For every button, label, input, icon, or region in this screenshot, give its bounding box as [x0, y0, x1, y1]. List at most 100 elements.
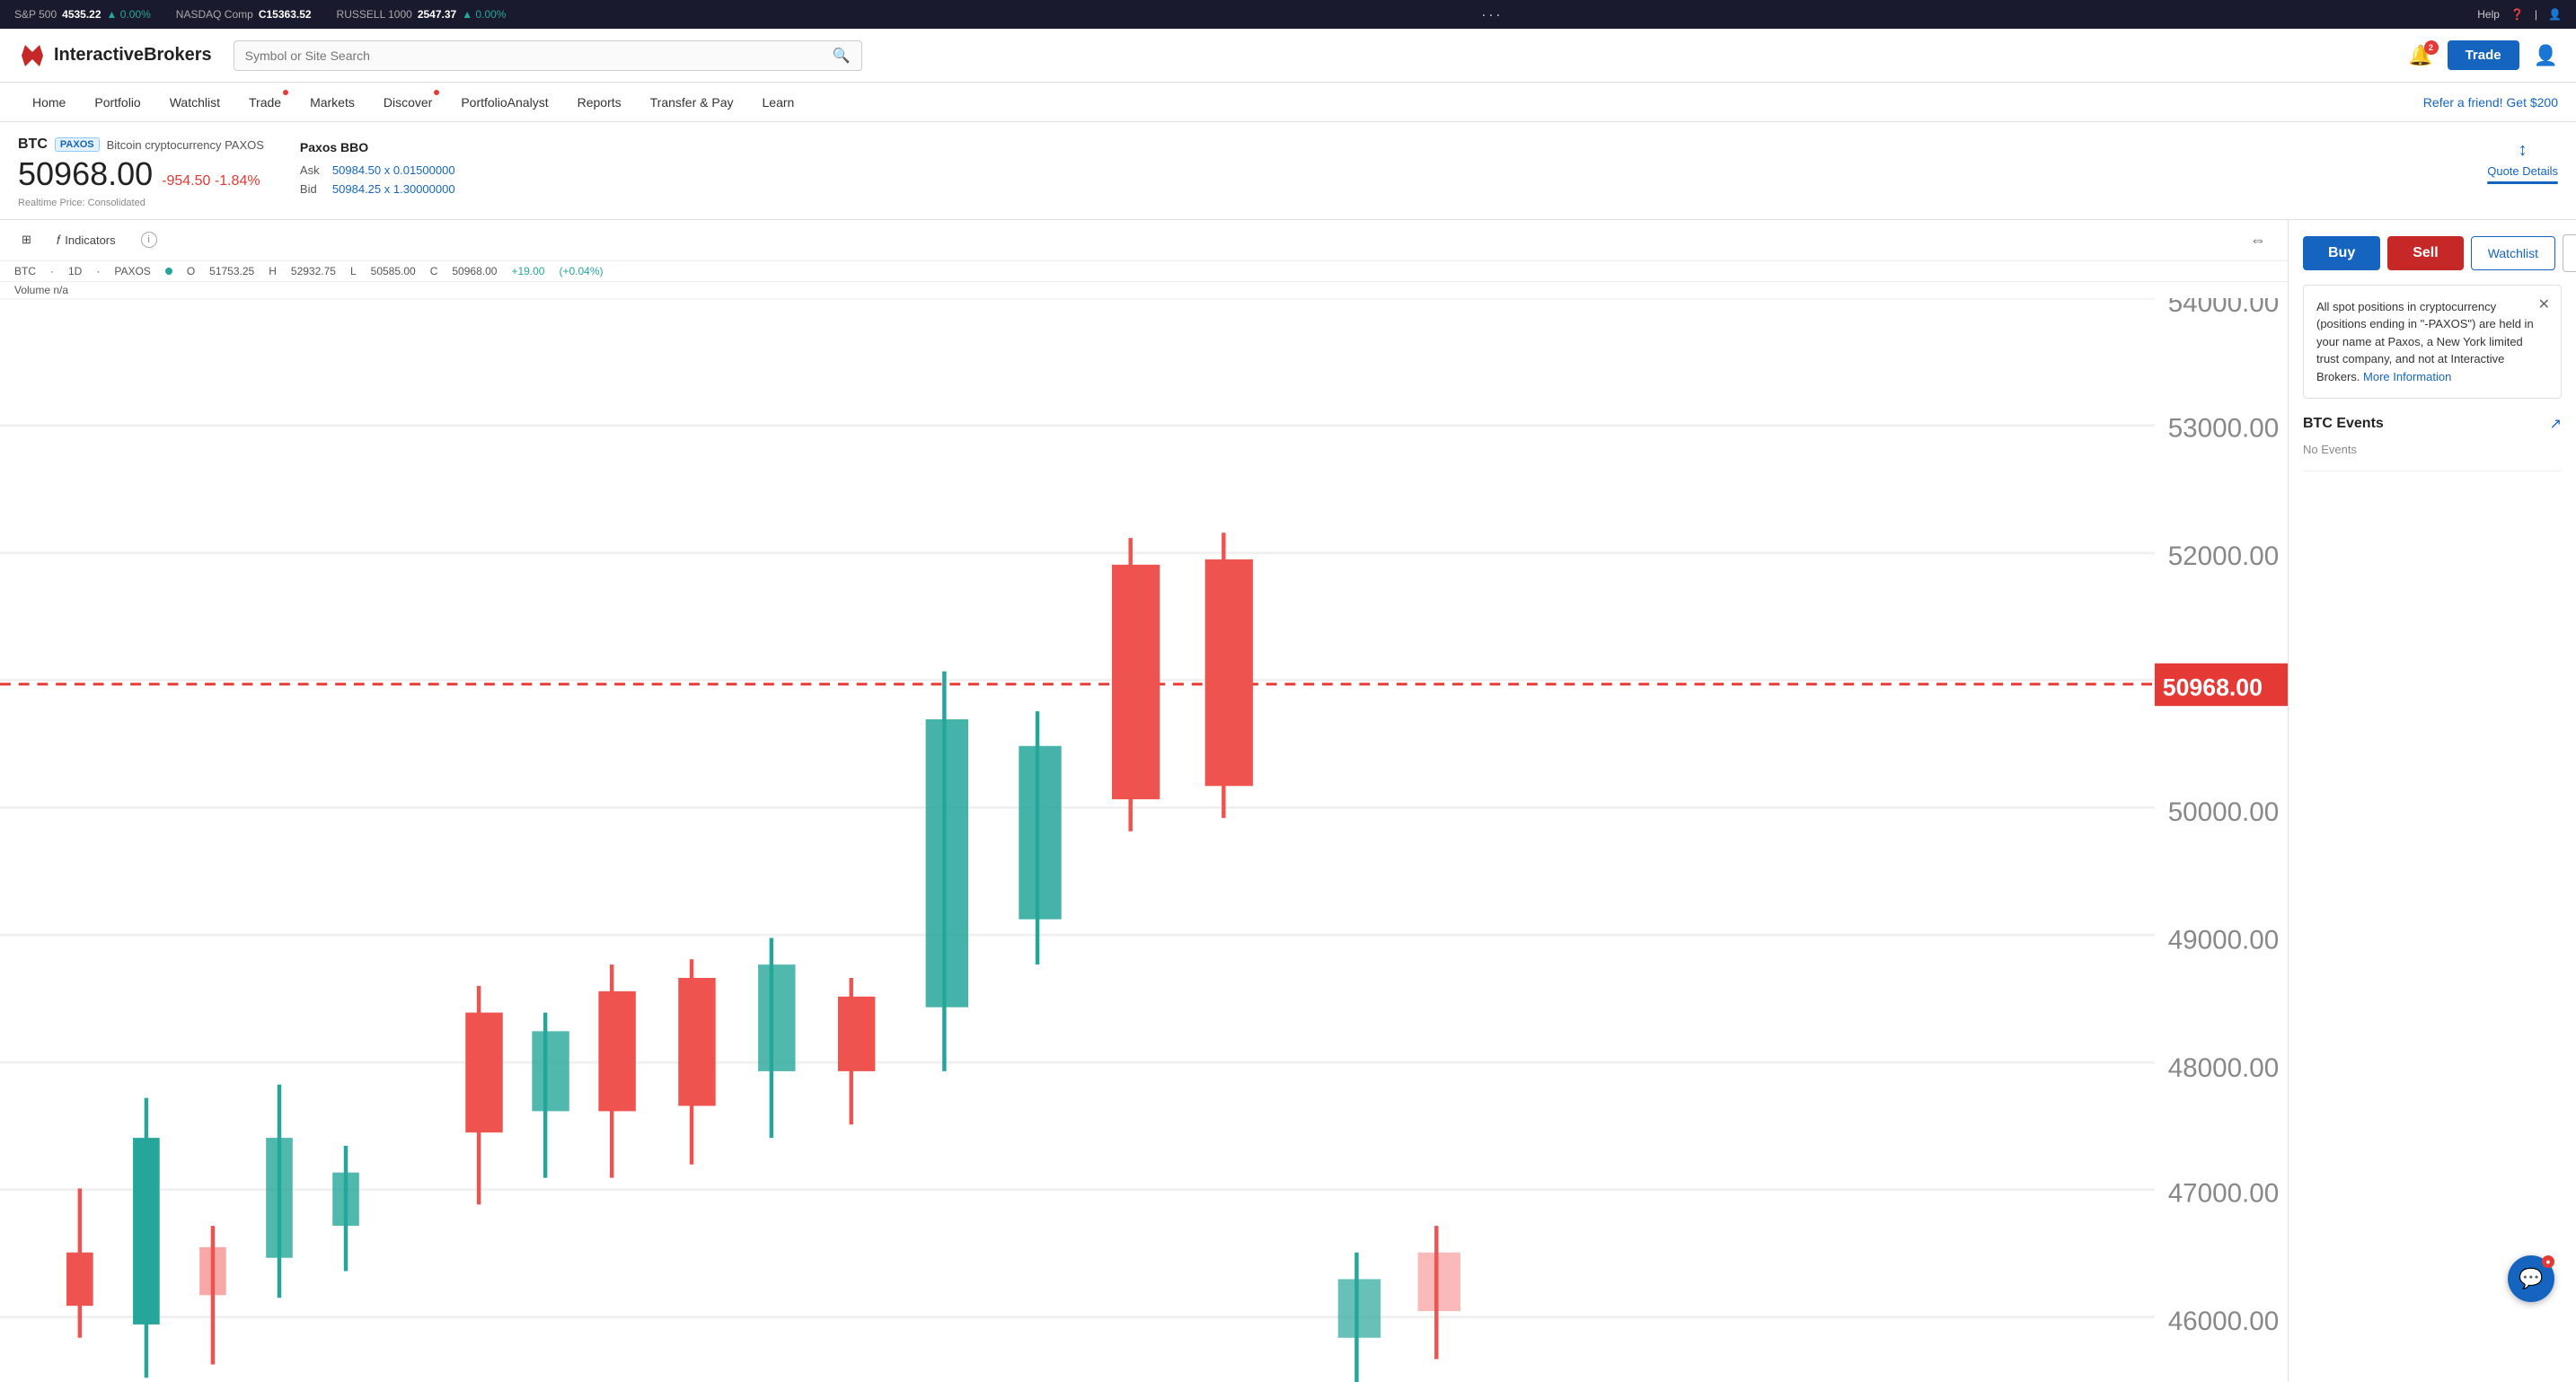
nav-home[interactable]: Home — [18, 83, 80, 122]
events-link[interactable]: ↗ — [2550, 415, 2562, 433]
chart-exchange: PAXOS — [114, 265, 150, 277]
ohlc-close: 50968.00 — [452, 265, 497, 277]
info-button[interactable]: i — [134, 228, 164, 251]
nav-trade[interactable]: Trade — [234, 83, 296, 122]
ask-label: Ask — [300, 163, 325, 177]
svg-text:52000.00: 52000.00 — [2168, 541, 2279, 570]
logo-text-normal: Interactive — [54, 45, 144, 65]
volume-bar: Volume n/a — [0, 282, 2288, 298]
user-icon[interactable]: 👤 — [2548, 8, 2562, 21]
ticker-sp500-change: ▲ 0.00% — [107, 8, 151, 21]
trade-dot — [283, 90, 288, 95]
ticker-nasdaq-value: C15363.52 — [259, 8, 312, 21]
nav-transfer-pay[interactable]: Transfer & Pay — [636, 83, 748, 122]
quote-details[interactable]: ↕ Quote Details — [2487, 136, 2558, 184]
bid-row: Bid 50984.25 x 1.30000000 — [300, 182, 455, 196]
events-header: BTC Events ↗ — [2303, 415, 2562, 433]
ohlc-high: 52932.75 — [291, 265, 336, 277]
ticker-sp500-value: 4535.22 — [62, 8, 101, 21]
quote-arrows-icon: ↕ — [2519, 140, 2527, 161]
svg-text:46000.00: 46000.00 — [2168, 1306, 2279, 1335]
logo-text-bold: Brokers — [144, 45, 212, 65]
symbol-info: BTC PAXOS Bitcoin cryptocurrency PAXOS 5… — [18, 136, 264, 208]
nav-discover[interactable]: Discover — [369, 83, 446, 122]
no-events-label: No Events — [2303, 443, 2357, 456]
indicators-button[interactable]: 𝑓 Indicators — [49, 229, 123, 251]
ticker-nasdaq-label: NASDAQ Comp — [176, 8, 253, 21]
action-buttons: Buy Sell Watchlist 🔔 — [2303, 234, 2562, 272]
volume-value: n/a — [53, 284, 68, 296]
svg-text:50000.00: 50000.00 — [2168, 797, 2279, 826]
notification-badge: 2 — [2424, 40, 2439, 55]
info-box-close[interactable]: ✕ — [2538, 295, 2550, 316]
logo-icon — [18, 41, 47, 70]
logo[interactable]: InteractiveBrokers — [18, 41, 212, 70]
ticker-russell: RUSSELL 1000 2547.37 ▲ 0.00% — [337, 8, 507, 21]
volume-label: Volume — [14, 284, 50, 296]
help-icon[interactable]: ❓ — [2510, 8, 2524, 21]
trade-button[interactable]: Trade — [2448, 40, 2519, 70]
chat-icon: 💬 — [2519, 1267, 2543, 1290]
expand-button[interactable]: ⇔ — [2243, 227, 2273, 253]
nav-learn[interactable]: Learn — [748, 83, 809, 122]
nav-reports[interactable]: Reports — [563, 83, 636, 122]
sell-button[interactable]: Sell — [2387, 236, 2463, 270]
nav-watchlist[interactable]: Watchlist — [155, 83, 234, 122]
more-info-link[interactable]: More Information — [2363, 370, 2451, 383]
symbol-price: 50968.00 — [18, 156, 153, 192]
chat-bubble[interactable]: 💬 ● — [2508, 1255, 2554, 1302]
ticker-nasdaq: NASDAQ Comp C15363.52 — [176, 8, 312, 21]
chart-info-bar: BTC · 1D · PAXOS O 51753.25 H 52932.75 L… — [0, 261, 2288, 282]
indicators-label: Indicators — [65, 233, 115, 247]
ticker-sp500-label: S&P 500 — [14, 8, 57, 21]
symbol-header: BTC PAXOS Bitcoin cryptocurrency PAXOS 5… — [0, 122, 2576, 220]
discover-dot — [434, 90, 439, 95]
symbol-change: -954.50 -1.84% — [162, 173, 260, 189]
symbol-change-pct: -1.84% — [215, 173, 260, 189]
watchlist-button[interactable]: Watchlist — [2471, 236, 2555, 270]
events-section: BTC Events ↗ No Events — [2303, 415, 2562, 471]
user-avatar[interactable]: 👤 — [2534, 44, 2558, 67]
symbol-bid-ask: Paxos BBO Ask 50984.50 x 0.01500000 Bid … — [300, 136, 455, 196]
chart-timeframe: 1D — [68, 265, 82, 277]
nav-markets[interactable]: Markets — [296, 83, 369, 122]
search-icon[interactable]: 🔍 — [833, 47, 851, 65]
candlestick-chart[interactable]: 54000.00 53000.00 52000.00 51000.00 5000… — [0, 298, 2288, 1382]
ohlc-change-pct: (+0.04%) — [559, 265, 603, 277]
ticker-russell-value: 2547.37 — [418, 8, 456, 21]
ticker-more-dots[interactable]: ··· — [1481, 5, 1503, 24]
notification-bell[interactable]: 🔔 2 — [2408, 44, 2432, 67]
main-nav: Home Portfolio Watchlist Trade Markets D… — [0, 83, 2576, 122]
ticker-right: Help ❓ | 👤 — [2477, 8, 2562, 21]
logo-text: InteractiveBrokers — [54, 45, 212, 66]
search-bar[interactable]: 🔍 — [234, 40, 862, 71]
ohlc-high-label: H — [269, 265, 277, 277]
alert-button[interactable]: 🔔 — [2563, 234, 2576, 272]
search-input[interactable] — [245, 48, 825, 63]
candle-type-button[interactable]: ⊞ — [14, 229, 39, 251]
right-panel: Buy Sell Watchlist 🔔 ✕ All spot position… — [2289, 220, 2576, 1382]
info-icon: i — [141, 232, 157, 248]
nav-portfolio[interactable]: Portfolio — [80, 83, 154, 122]
chart-period-dot: · — [96, 265, 100, 277]
svg-text:54000.00: 54000.00 — [2168, 298, 2279, 318]
ticker-bar: S&P 500 4535.22 ▲ 0.00% NASDAQ Comp C153… — [0, 0, 2576, 29]
chart-symbol: BTC — [14, 265, 36, 277]
symbol-name-row: BTC PAXOS Bitcoin cryptocurrency PAXOS — [18, 136, 264, 153]
ohlc-open: 51753.25 — [209, 265, 254, 277]
quote-details-label: Quote Details — [2487, 164, 2558, 178]
expand-icon: ⇔ — [2250, 231, 2266, 250]
chart-period: · — [50, 265, 54, 277]
chart-svg-container[interactable]: 54000.00 53000.00 52000.00 51000.00 5000… — [0, 298, 2288, 1382]
divider: | — [2535, 8, 2537, 21]
buy-button[interactable]: Buy — [2303, 236, 2380, 270]
chart-panel: ⊞ 𝑓 Indicators i ⇔ BTC · 1D · PAXOS O 51… — [0, 220, 2289, 1382]
nav-portfolioanalyst[interactable]: PortfolioAnalyst — [446, 83, 562, 122]
help-label[interactable]: Help — [2477, 8, 2500, 21]
nav-refer[interactable]: Refer a friend! Get $200 — [2423, 95, 2558, 110]
ticker-russell-label: RUSSELL 1000 — [337, 8, 412, 21]
svg-text:48000.00: 48000.00 — [2168, 1052, 2279, 1082]
candle-icon: ⊞ — [22, 233, 31, 247]
symbol-change-abs: -954.50 — [162, 173, 210, 189]
symbol-badge[interactable]: PAXOS — [55, 137, 100, 152]
